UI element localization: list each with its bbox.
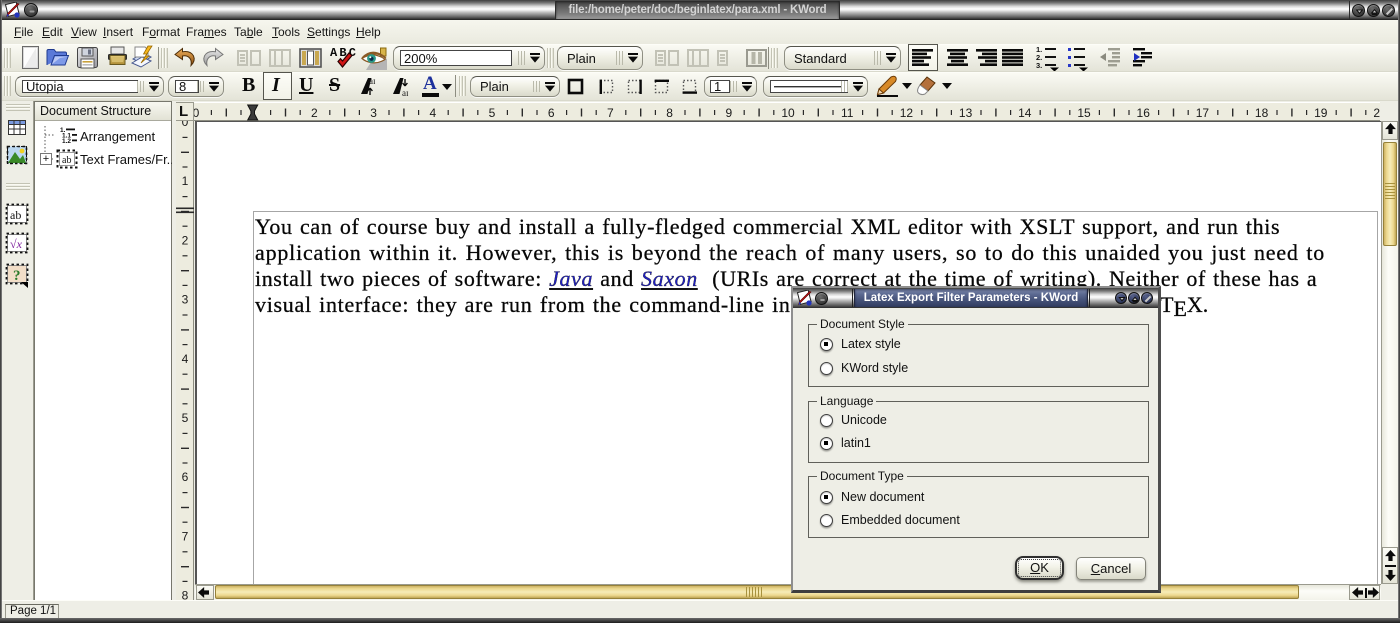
svg-text:15: 15 bbox=[1077, 106, 1091, 120]
svg-text:13: 13 bbox=[959, 106, 973, 120]
svg-text:7: 7 bbox=[182, 529, 189, 543]
svg-text:19: 19 bbox=[1314, 106, 1328, 120]
svg-text:4: 4 bbox=[429, 106, 436, 120]
svg-text:3.: 3. bbox=[1036, 61, 1042, 70]
svg-text:1: 1 bbox=[182, 174, 189, 188]
svg-text:14: 14 bbox=[1018, 106, 1032, 120]
svg-text:aɪ: aɪ bbox=[369, 76, 376, 86]
svg-text:8: 8 bbox=[666, 106, 673, 120]
svg-text:aɪ: aɪ bbox=[402, 88, 409, 97]
svg-text:ab: ab bbox=[62, 155, 71, 166]
svg-text:ABC: ABC bbox=[330, 46, 356, 60]
svg-text:9: 9 bbox=[725, 106, 732, 120]
svg-text:4: 4 bbox=[182, 352, 189, 366]
svg-text:3: 3 bbox=[182, 293, 189, 307]
svg-text:ab: ab bbox=[10, 208, 21, 222]
svg-text:√x: √x bbox=[10, 237, 23, 251]
svg-text:8: 8 bbox=[182, 589, 189, 600]
svg-text:1.2: 1.2 bbox=[62, 138, 71, 144]
svg-text:3: 3 bbox=[370, 106, 377, 120]
svg-text:6: 6 bbox=[548, 106, 555, 120]
svg-text:2: 2 bbox=[311, 106, 318, 120]
svg-text:?: ? bbox=[13, 268, 21, 284]
svg-text:11: 11 bbox=[841, 106, 854, 120]
svg-text:10: 10 bbox=[781, 106, 795, 120]
svg-text:16: 16 bbox=[1137, 106, 1151, 120]
svg-text:0: 0 bbox=[182, 121, 189, 129]
svg-text:2: 2 bbox=[182, 233, 189, 247]
svg-text:0: 0 bbox=[194, 106, 200, 120]
svg-text:20: 20 bbox=[1373, 106, 1380, 120]
svg-text:7: 7 bbox=[607, 106, 614, 120]
svg-text:18: 18 bbox=[1255, 106, 1269, 120]
svg-text:5: 5 bbox=[489, 106, 496, 120]
svg-text:5: 5 bbox=[182, 411, 189, 425]
svg-text:12: 12 bbox=[900, 106, 914, 120]
svg-text:6: 6 bbox=[182, 470, 189, 484]
svg-text:17: 17 bbox=[1196, 106, 1210, 120]
